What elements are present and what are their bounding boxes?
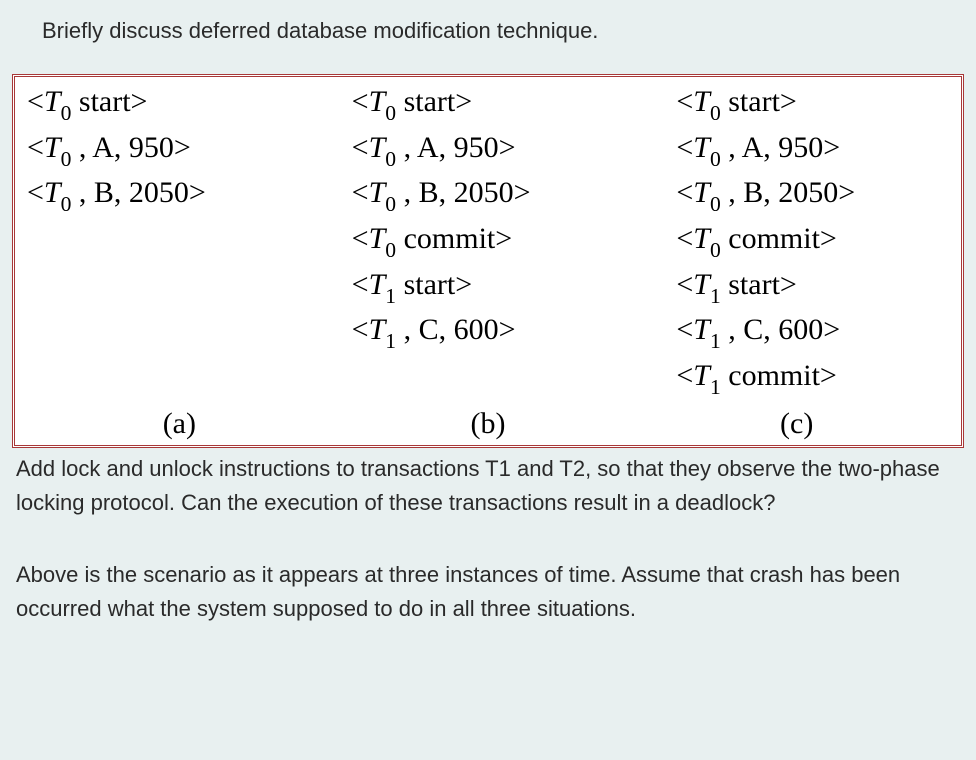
log-column-a: <T0 start><T0 , A, 950><T0 , B, 2050> (25, 81, 302, 401)
log-label-c: (c) (642, 407, 951, 441)
log-table-wrapper: <T0 start><T0 , A, 950><T0 , B, 2050> <T… (12, 74, 964, 448)
log-entry: <T0 , B, 2050> (676, 172, 951, 218)
paragraph-1: Add lock and unlock instructions to tran… (0, 448, 976, 520)
paragraph-2: Above is the scenario as it appears at t… (0, 520, 976, 626)
log-entry: <T0 start> (27, 81, 302, 127)
log-entry: <T1 , C, 600> (676, 309, 951, 355)
log-entry: <T1 commit> (676, 355, 951, 401)
paragraph-1-text: Add lock and unlock instructions to tran… (16, 456, 940, 515)
log-entry: <T1 start> (676, 264, 951, 310)
log-label-b: (b) (334, 407, 643, 441)
log-entry: <T0 start> (352, 81, 627, 127)
question-header: Briefly discuss deferred database modifi… (0, 0, 976, 74)
log-entry: <T0 commit> (676, 218, 951, 264)
log-column-c: <T0 start><T0 , A, 950><T0 , B, 2050><T0… (636, 81, 951, 401)
log-column-b: <T0 start><T0 , A, 950><T0 , B, 2050><T0… (312, 81, 627, 401)
log-entry: <T0 , A, 950> (352, 127, 627, 173)
log-label-a: (a) (25, 407, 334, 441)
log-entry: <T0 start> (676, 81, 951, 127)
log-columns: <T0 start><T0 , A, 950><T0 , B, 2050> <T… (25, 81, 951, 401)
log-entry: <T0 commit> (352, 218, 627, 264)
log-entry: <T0 , B, 2050> (27, 172, 302, 218)
log-labels: (a) (b) (c) (25, 407, 951, 441)
log-entry: <T0 , A, 950> (27, 127, 302, 173)
question-text: Briefly discuss deferred database modifi… (42, 18, 598, 43)
log-entry: <T0 , B, 2050> (352, 172, 627, 218)
log-entry: <T0 , A, 950> (676, 127, 951, 173)
log-entry: <T1 start> (352, 264, 627, 310)
paragraph-2-text: Above is the scenario as it appears at t… (16, 562, 900, 621)
log-table: <T0 start><T0 , A, 950><T0 , B, 2050> <T… (12, 74, 964, 448)
log-entry: <T1 , C, 600> (352, 309, 627, 355)
